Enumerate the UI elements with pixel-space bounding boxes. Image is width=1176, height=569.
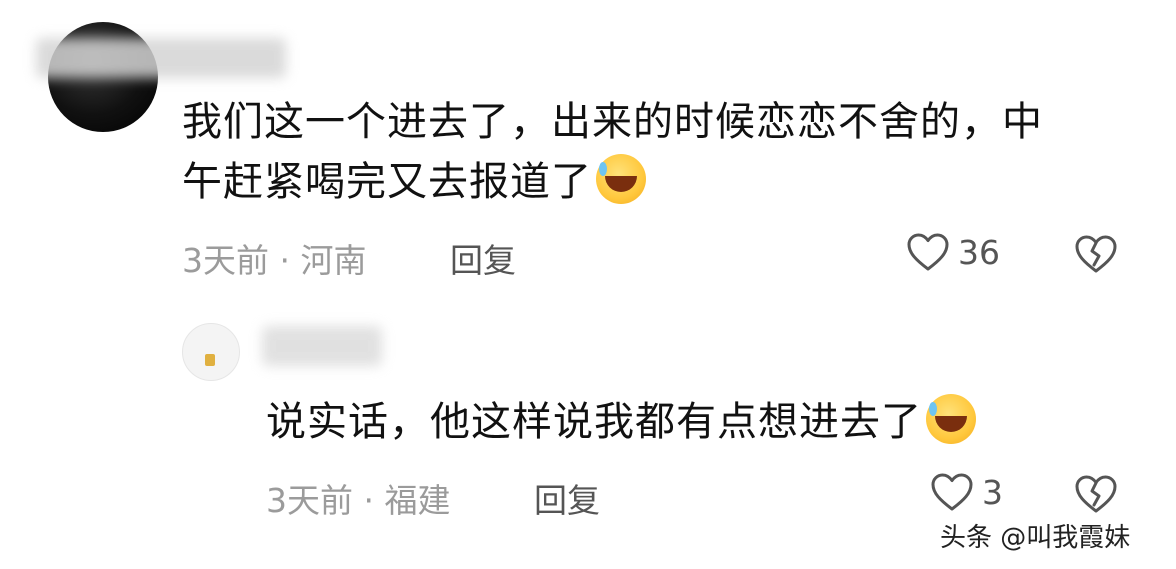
comment-dislike-button[interactable] xyxy=(1074,234,1118,274)
reply-dislike-button[interactable] xyxy=(1074,474,1118,514)
comment-time-location: 3天前 · 河南 xyxy=(182,241,367,280)
reply-text-wrap: 说实话，他这样说我都有点想进去了 xyxy=(266,392,976,452)
reply-like-button[interactable]: 3 xyxy=(930,472,1003,512)
reply-reply-button[interactable]: 回复 xyxy=(534,474,600,522)
commenter-name-blurred xyxy=(36,38,286,78)
broken-heart-icon xyxy=(1074,234,1118,274)
reply-time-location: 3天前 · 福建 xyxy=(266,481,451,520)
comment-text-line1: 我们这一个进去了，出来的时候恋恋不舍的，中 xyxy=(182,99,1043,145)
replier-name-blurred xyxy=(262,326,382,366)
replier-avatar[interactable] xyxy=(182,323,240,381)
reply-like-count: 3 xyxy=(982,472,1003,512)
watermark: 头条 @叫我霞妹 xyxy=(940,523,1131,553)
rolling-laughing-emoji-icon xyxy=(596,154,646,204)
comment-reply-button[interactable]: 回复 xyxy=(450,234,516,282)
heart-outline-icon xyxy=(906,232,950,272)
rolling-laughing-emoji-icon xyxy=(926,394,976,444)
comment-like-button[interactable]: 36 xyxy=(906,232,1000,272)
heart-outline-icon xyxy=(930,472,974,512)
comment-text-line2-wrap: 午赶紧喝完又去报道了 xyxy=(182,152,646,212)
broken-heart-icon xyxy=(1074,474,1118,514)
comment-text-line2: 午赶紧喝完又去报道了 xyxy=(182,159,592,205)
comment-like-count: 36 xyxy=(958,232,1000,272)
reply-text: 说实话，他这样说我都有点想进去了 xyxy=(266,399,922,445)
